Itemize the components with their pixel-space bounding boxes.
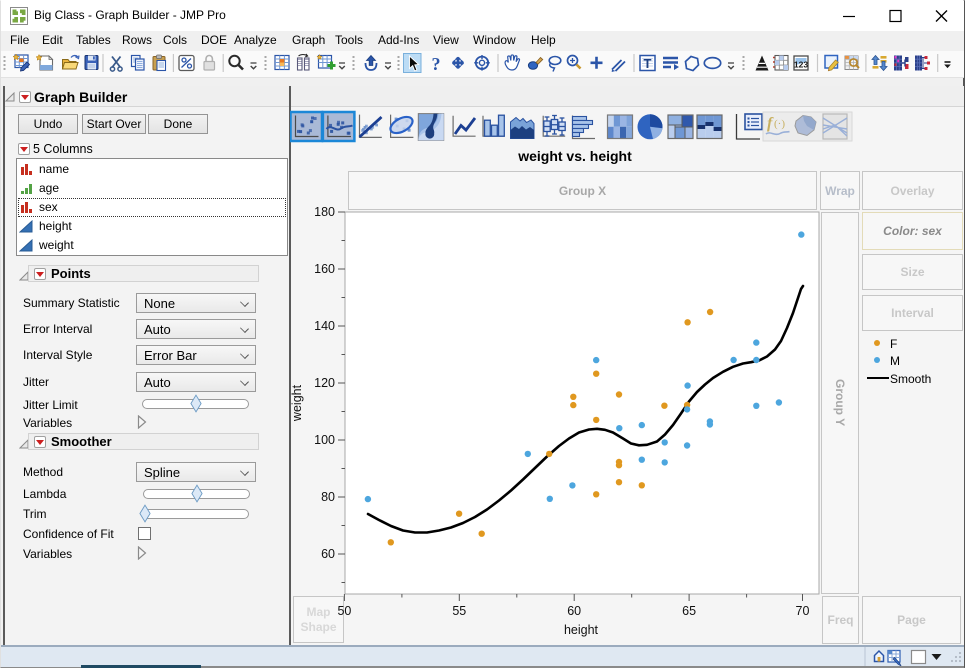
svg-text:180: 180 bbox=[314, 205, 335, 219]
svg-text:T: T bbox=[644, 56, 652, 71]
svg-text:60: 60 bbox=[567, 604, 581, 618]
svg-text:55: 55 bbox=[452, 604, 466, 618]
svg-text:123: 123 bbox=[794, 60, 808, 70]
svg-text:(·): (·) bbox=[774, 118, 785, 130]
svg-text:50: 50 bbox=[337, 604, 351, 618]
svg-text:70: 70 bbox=[796, 604, 810, 618]
svg-text:100: 100 bbox=[314, 433, 335, 447]
svg-text:?: ? bbox=[432, 54, 441, 74]
svg-text:120: 120 bbox=[314, 376, 335, 390]
svg-text:65: 65 bbox=[682, 604, 696, 618]
svg-text:80: 80 bbox=[321, 490, 335, 504]
svg-text:160: 160 bbox=[314, 262, 335, 276]
svg-text:weight: weight bbox=[291, 384, 304, 422]
svg-text:140: 140 bbox=[314, 319, 335, 333]
svg-text:60: 60 bbox=[321, 547, 335, 561]
svg-text:height: height bbox=[564, 623, 599, 637]
